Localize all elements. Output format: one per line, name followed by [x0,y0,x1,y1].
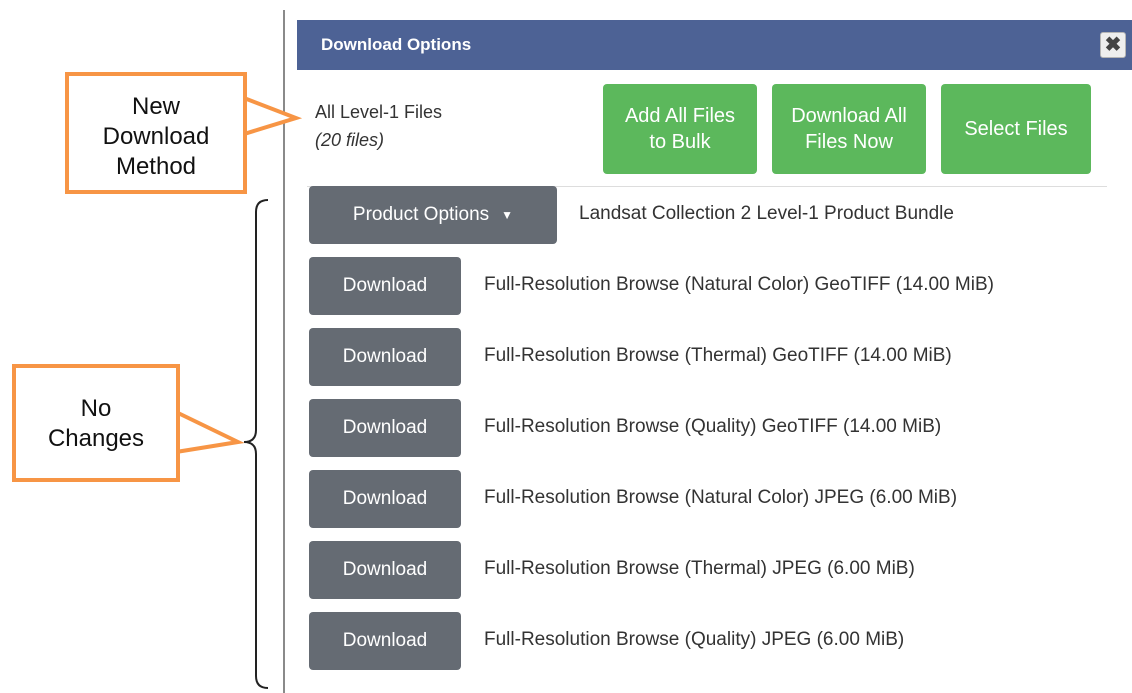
select-files-label: Select Files [964,118,1068,140]
download-all-label-line2: Files Now [805,131,893,153]
new-download-method-callout: New Download Method [65,72,247,194]
select-files-button[interactable]: Select Files [941,84,1091,174]
close-button[interactable]: ✖ [1100,32,1126,58]
all-files-label: All Level-1 Files [315,102,443,122]
download-all-files-now-button[interactable]: Download All Files Now [772,84,926,174]
no-changes-pointer [174,408,245,455]
file-label: Full-Resolution Browse (Quality) GeoTIFF… [484,416,942,437]
dialog-title-bar: Download Options ✖ [297,20,1132,70]
add-all-to-bulk-label-line2: to Bulk [649,131,711,153]
callout-line: New [131,93,180,120]
callout-line: Download [102,123,210,150]
all-files-summary: All Level-1 Files (20 files) [315,98,442,154]
dialog-title: Download Options [321,35,472,54]
download-button[interactable]: Download [309,470,461,528]
file-label: Full-Resolution Browse (Quality) JPEG (6… [484,629,905,650]
download-button[interactable]: Download [309,541,461,599]
no-changes-callout: No Changes [12,364,180,482]
download-button[interactable]: Download [309,612,461,670]
caret-down-icon: ▼ [501,208,514,222]
download-button[interactable]: Download [309,328,461,386]
callout-line: No [80,395,112,422]
product-bundle-label: Landsat Collection 2 Level-1 Product Bun… [579,203,954,224]
all-files-count: (20 files) [315,130,385,150]
close-icon: ✖ [1104,34,1122,56]
file-label: Full-Resolution Browse (Natural Color) J… [484,487,958,508]
add-all-to-bulk-label-line1: Add All Files [624,105,736,127]
file-label: Full-Resolution Browse (Thermal) JPEG (6… [484,558,915,579]
add-all-to-bulk-button[interactable]: Add All Files to Bulk [603,84,757,174]
callout-line: Method [115,153,197,180]
download-all-label-line1: Download All [791,105,907,127]
curly-brace-icon [243,199,269,689]
download-button[interactable]: Download [309,257,461,315]
download-options-dialog: Download Options ✖ All Level-1 Files (20… [283,10,1132,693]
product-options-dropdown[interactable]: Product Options ▼ [309,186,557,244]
file-label: Full-Resolution Browse (Natural Color) G… [484,274,994,295]
callout-line: Changes [47,425,145,452]
product-options-label: Product Options [352,204,490,225]
download-button[interactable]: Download [309,399,461,457]
file-label: Full-Resolution Browse (Thermal) GeoTIFF… [484,345,952,366]
